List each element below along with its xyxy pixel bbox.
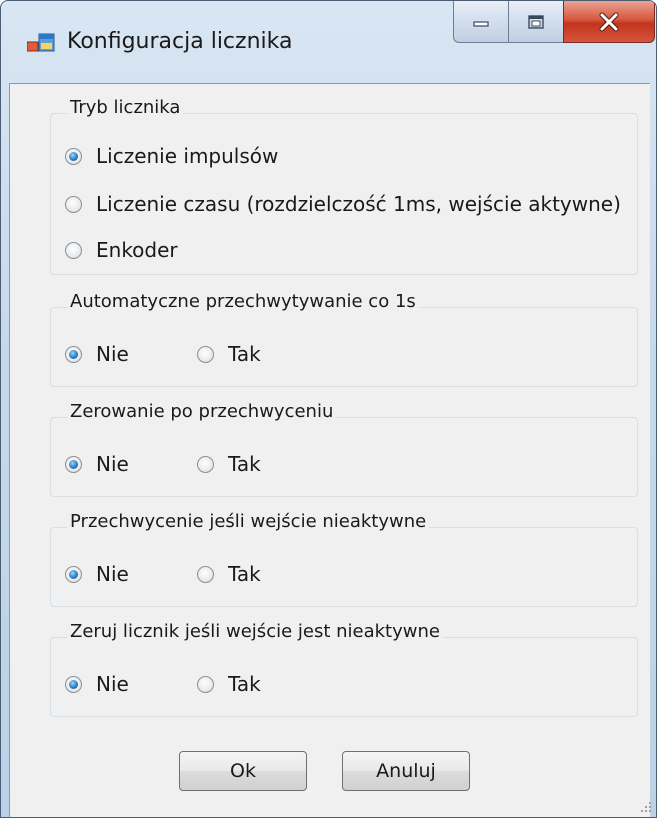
ok-button[interactable]: Ok xyxy=(179,751,307,791)
group-auto-capture: Automatyczne przechwytywanie co 1s Nie T… xyxy=(50,290,638,387)
radio-label: Liczenie impulsów xyxy=(96,144,279,168)
resize-grip-icon[interactable] xyxy=(640,801,652,813)
radio-capture-if-inactive-no[interactable]: Nie xyxy=(65,562,129,586)
radio-circle xyxy=(197,675,214,693)
radio-reset-if-inactive-yes[interactable]: Tak xyxy=(197,672,261,696)
radio-circle-checked xyxy=(65,455,82,473)
app-window-icon xyxy=(27,33,55,52)
group-title-reset-after-capture: Zerowanie po przechwyceniu xyxy=(67,400,337,424)
radio-circle xyxy=(197,345,214,363)
radio-reset-after-capture-no[interactable]: Nie xyxy=(65,452,129,476)
dialog-client-area: Tryb licznika Liczenie impulsów Liczenie… xyxy=(9,83,650,817)
radio-reset-if-inactive-no[interactable]: Nie xyxy=(65,672,129,696)
close-icon xyxy=(599,12,619,31)
radio-circle-checked xyxy=(65,147,82,165)
radio-label: Nie xyxy=(96,452,129,476)
radio-auto-capture-no[interactable]: Nie xyxy=(65,342,129,366)
group-reset-after-capture: Zerowanie po przechwyceniu Nie Tak xyxy=(50,400,638,497)
radio-label: Nie xyxy=(96,672,129,696)
radio-pulse-counting[interactable]: Liczenie impulsów xyxy=(65,144,278,168)
minimize-button[interactable] xyxy=(453,1,509,43)
radio-auto-capture-yes[interactable]: Tak xyxy=(197,342,261,366)
maximize-button[interactable] xyxy=(508,1,564,43)
group-reset-if-inactive: Zeruj licznik jeśli wejście jest nieakty… xyxy=(50,620,638,717)
radio-reset-after-capture-yes[interactable]: Tak xyxy=(197,452,261,476)
close-button[interactable] xyxy=(563,1,655,43)
radio-circle xyxy=(65,195,82,213)
radio-circle-checked xyxy=(65,565,82,583)
radio-label: Tak xyxy=(228,342,261,366)
group-title-auto-capture: Automatyczne przechwytywanie co 1s xyxy=(67,290,419,314)
radio-circle xyxy=(197,455,214,473)
title-bar[interactable]: Konfiguracja licznika xyxy=(1,1,656,83)
radio-circle xyxy=(65,241,82,259)
dialog-window: Konfiguracja licznika Tryb licznika Licz… xyxy=(0,0,657,818)
radio-label: Tak xyxy=(228,562,261,586)
window-title: Konfiguracja licznika xyxy=(67,29,293,54)
cancel-button[interactable]: Anuluj xyxy=(342,751,470,791)
minimize-icon xyxy=(473,20,489,27)
radio-capture-if-inactive-yes[interactable]: Tak xyxy=(197,562,261,586)
group-title-counter-mode: Tryb licznika xyxy=(67,96,184,120)
radio-label: Nie xyxy=(96,342,129,366)
radio-encoder[interactable]: Enkoder xyxy=(65,238,178,262)
group-counter-mode: Tryb licznika Liczenie impulsów Liczenie… xyxy=(50,96,638,275)
radio-label: Liczenie czasu (rozdzielczość 1ms, wejśc… xyxy=(96,192,621,216)
group-title-reset-if-inactive: Zeruj licznik jeśli wejście jest nieakty… xyxy=(67,620,443,644)
radio-circle-checked xyxy=(65,345,82,363)
radio-label: Tak xyxy=(228,672,261,696)
group-title-capture-if-inactive: Przechwycenie jeśli wejście nieaktywne xyxy=(67,510,430,534)
radio-label: Tak xyxy=(228,452,261,476)
radio-circle xyxy=(197,565,214,583)
maximize-icon xyxy=(528,14,544,29)
radio-label: Enkoder xyxy=(96,238,178,262)
radio-time-counting[interactable]: Liczenie czasu (rozdzielczość 1ms, wejśc… xyxy=(65,192,621,216)
radio-circle-checked xyxy=(65,675,82,693)
group-capture-if-inactive: Przechwycenie jeśli wejście nieaktywne N… xyxy=(50,510,638,607)
radio-label: Nie xyxy=(96,562,129,586)
